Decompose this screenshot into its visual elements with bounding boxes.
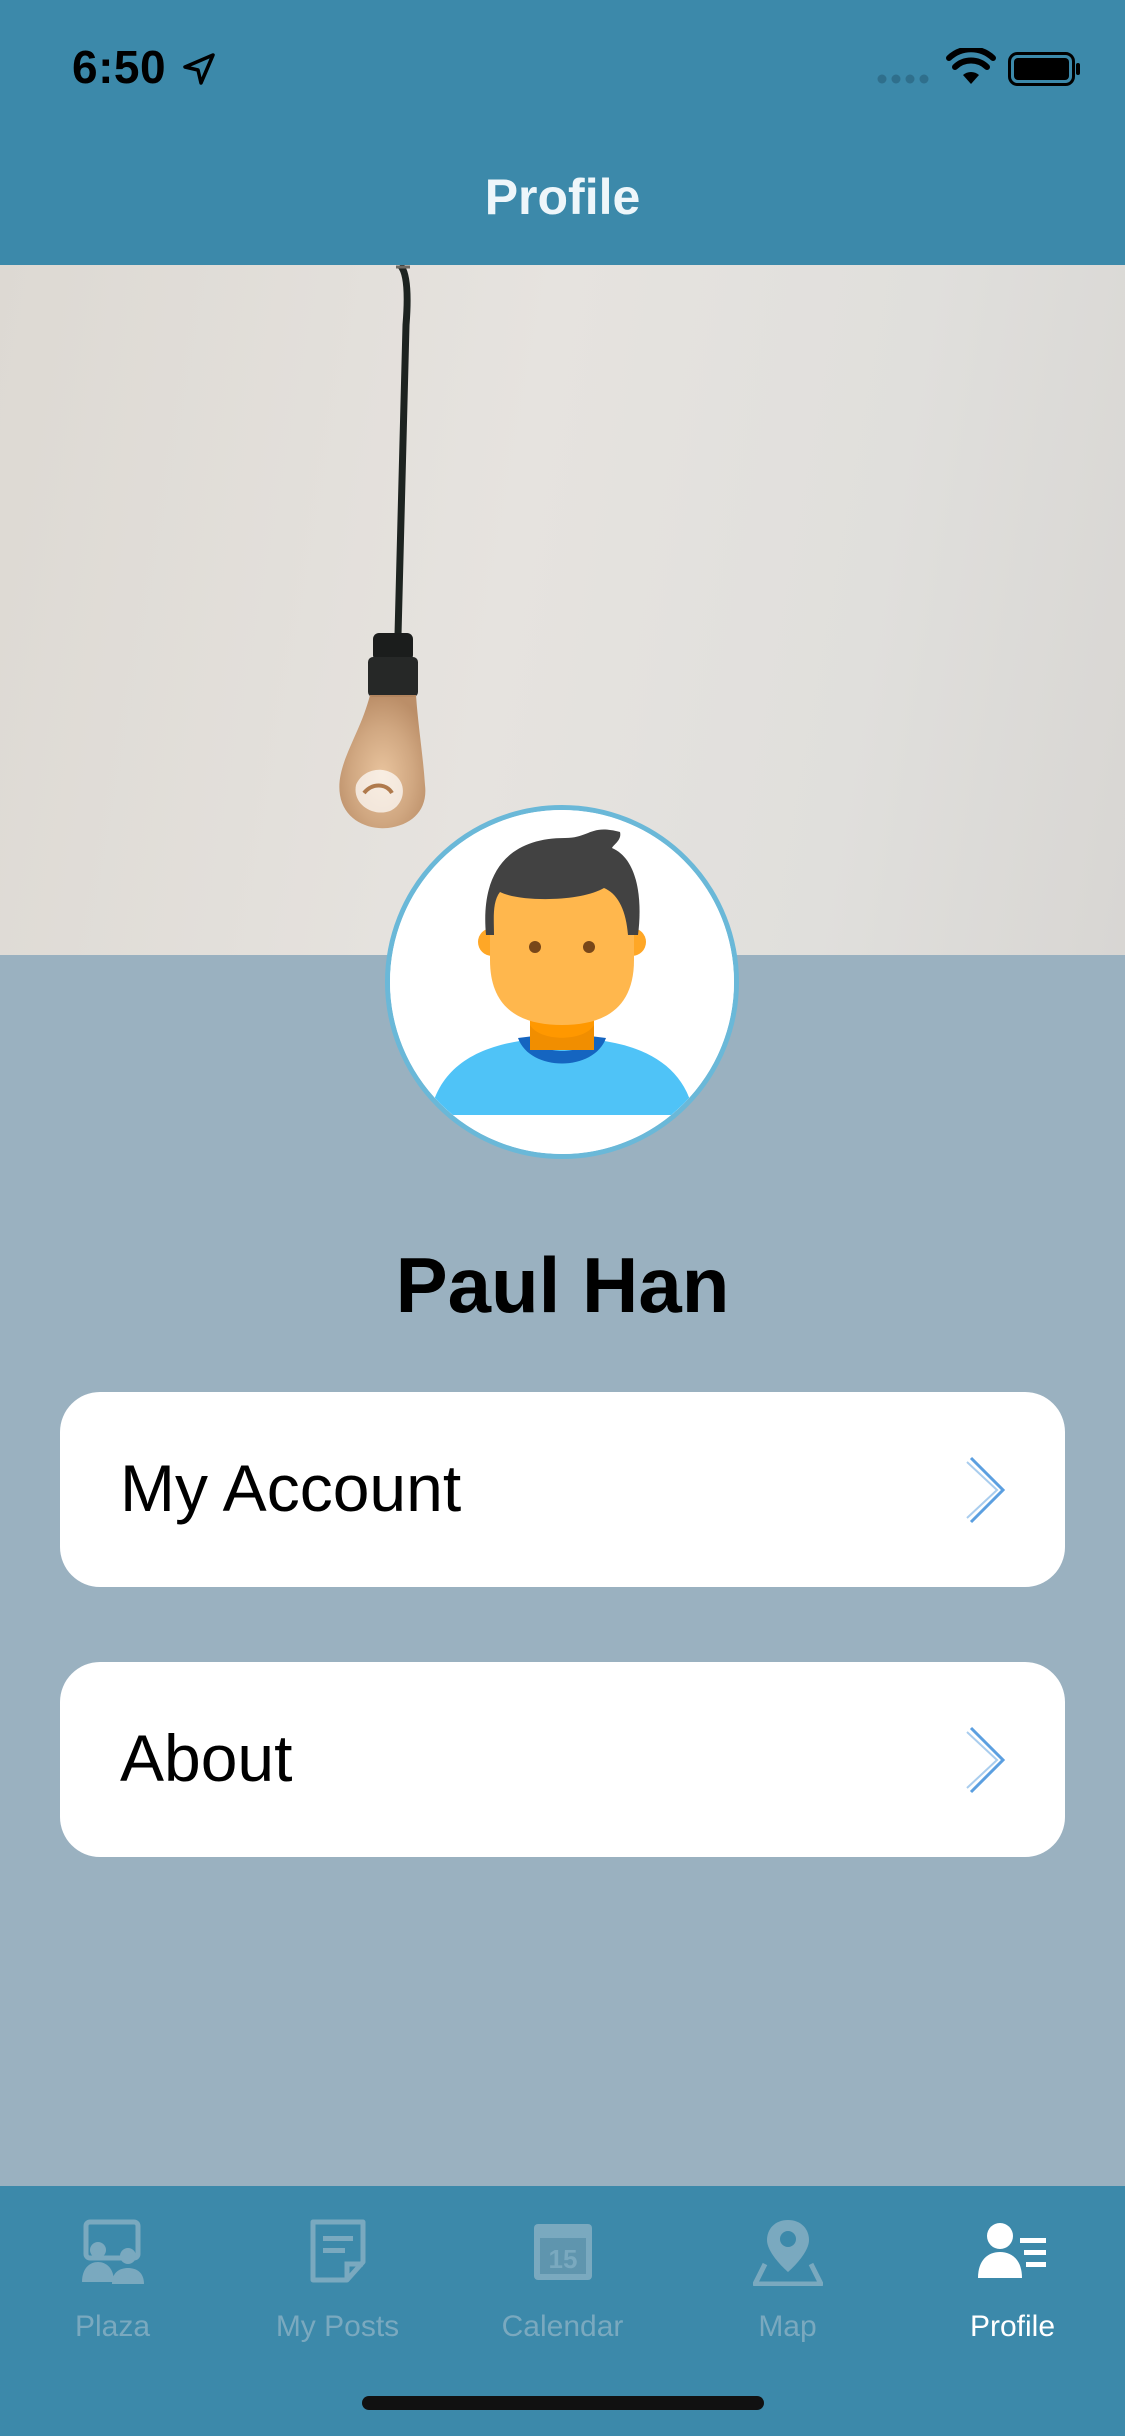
user-avatar-icon xyxy=(390,810,734,1154)
about-label: About xyxy=(120,1721,293,1795)
tab-bar: Plaza My Posts 15 Calendar Map Profile xyxy=(0,2186,1125,2436)
chevron-right-icon xyxy=(966,1456,1006,1524)
tab-my-posts[interactable]: My Posts xyxy=(225,2186,450,2356)
map-pin-icon xyxy=(753,2220,823,2286)
my-account-button[interactable]: My Account xyxy=(60,1392,1065,1587)
status-time: 6:50 xyxy=(72,41,167,93)
tab-profile-label: Profile xyxy=(969,2310,1056,2343)
cellular-signal-icon xyxy=(877,74,929,84)
tab-plaza-label: Plaza xyxy=(74,2310,151,2343)
profile-name: Paul Han xyxy=(395,1241,730,1329)
chevron-right-icon xyxy=(966,1726,1006,1794)
plaza-icon xyxy=(82,2219,144,2284)
navigation-bar: Profile xyxy=(0,130,1125,265)
posts-icon xyxy=(310,2219,366,2283)
tab-calendar-label: Calendar xyxy=(501,2310,624,2343)
my-account-label: My Account xyxy=(120,1451,462,1525)
tab-map[interactable]: Map xyxy=(675,2186,900,2356)
battery-icon xyxy=(1008,52,1080,86)
tab-map-label: Map xyxy=(758,2310,817,2343)
tab-profile[interactable]: Profile xyxy=(900,2186,1125,2356)
calendar-badge: 15 xyxy=(549,2244,578,2274)
home-indicator xyxy=(362,2396,764,2410)
tab-my-posts-label: My Posts xyxy=(275,2310,400,2343)
about-button[interactable]: About xyxy=(60,1662,1065,1857)
location-arrow-icon xyxy=(183,53,215,85)
wifi-icon xyxy=(946,48,996,84)
tab-plaza[interactable]: Plaza xyxy=(0,2186,225,2356)
profile-list-icon xyxy=(978,2223,1046,2278)
page-title: Profile xyxy=(484,169,641,225)
tab-calendar[interactable]: 15 Calendar xyxy=(450,2186,675,2356)
status-bar: 6:50 xyxy=(0,0,1125,130)
avatar[interactable] xyxy=(385,805,739,1159)
calendar-icon: 15 xyxy=(534,2224,592,2280)
